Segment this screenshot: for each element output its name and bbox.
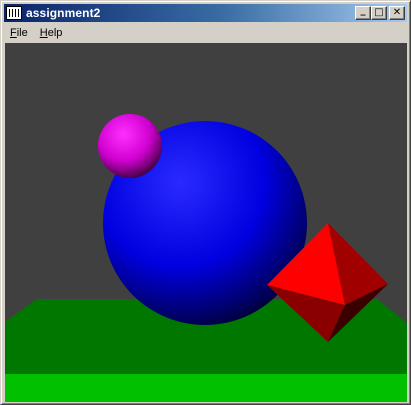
scene-canvas: [5, 114, 407, 402]
menu-file-accel: F: [10, 26, 17, 39]
window-controls: _ □ ✕: [355, 6, 405, 20]
menu-help-label: elp: [47, 26, 63, 39]
app-window: assignment2 _ □ ✕ File Help: [0, 0, 411, 405]
menu-bar: File Help: [4, 23, 407, 42]
magenta-sphere: [98, 114, 162, 178]
floor-light: [5, 374, 407, 402]
maximize-icon: □: [374, 7, 384, 18]
menu-file-label: ile: [16, 26, 28, 39]
render-viewport[interactable]: [5, 43, 407, 402]
minimize-icon: _: [360, 5, 366, 16]
close-icon: ✕: [392, 7, 402, 18]
close-button[interactable]: ✕: [389, 6, 405, 20]
maximize-button[interactable]: □: [371, 6, 387, 20]
title-bar[interactable]: assignment2 _ □ ✕: [4, 4, 407, 22]
window-title: assignment2: [26, 6, 101, 20]
menu-file[interactable]: File: [4, 27, 34, 39]
app-icon[interactable]: [6, 6, 22, 20]
minimize-button[interactable]: _: [355, 6, 371, 20]
menu-help-accel: H: [39, 26, 48, 39]
menu-help[interactable]: Help: [34, 27, 69, 39]
